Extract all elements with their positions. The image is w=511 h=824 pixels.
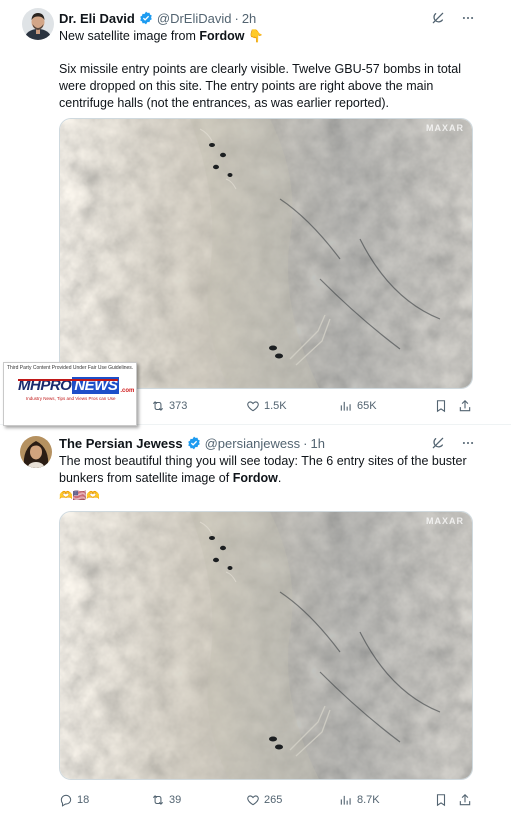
bookmark-button[interactable] xyxy=(434,793,448,807)
views-button[interactable]: 65K xyxy=(339,399,377,413)
views-icon xyxy=(340,795,351,805)
share-icon xyxy=(459,793,471,806)
retweet-count: 373 xyxy=(169,400,188,412)
action-bar: 18 39 265 8.7K xyxy=(59,790,473,810)
emoji-line: 🫶🇺🇸🫶 xyxy=(59,490,101,502)
author-name[interactable]: The Persian Jewess xyxy=(59,436,183,451)
retweet-icon xyxy=(152,401,164,411)
timestamp[interactable]: 1h xyxy=(311,436,325,451)
share-button[interactable] xyxy=(458,793,472,807)
retweet-button[interactable]: 39 xyxy=(151,793,181,807)
author-handle[interactable]: @DrEliDavid xyxy=(157,11,232,26)
tweet-text-paragraph: Six missile entry points are clearly vis… xyxy=(59,62,462,110)
views-button[interactable]: 8.7K xyxy=(339,793,380,807)
like-count: 1.5K xyxy=(264,400,287,412)
author-handle[interactable]: @persianjewess xyxy=(205,436,301,451)
like-count: 265 xyxy=(264,794,283,806)
views-icon xyxy=(340,401,351,411)
share-icon xyxy=(459,399,471,412)
like-button[interactable]: 1.5K xyxy=(246,399,287,413)
satellite-image-graphic xyxy=(60,119,472,388)
share-button[interactable] xyxy=(458,399,472,413)
tweet-header: The Persian Jewess @persianjewess · 1h xyxy=(59,433,325,453)
tweet-header: Dr. Eli David @DrEliDavid · 2h xyxy=(59,8,256,28)
separator-dot: · xyxy=(234,10,239,26)
pointing-down-emoji: 👇 xyxy=(247,29,264,43)
retweet-count: 39 xyxy=(169,794,182,806)
satellite-image-graphic xyxy=(60,512,472,779)
verified-badge-icon xyxy=(139,11,153,25)
verified-badge-icon xyxy=(187,436,201,450)
satellite-image[interactable]: MAXAR xyxy=(59,511,473,780)
views-count: 8.7K xyxy=(357,794,380,806)
retweet-button[interactable]: 373 xyxy=(151,399,187,413)
like-icon xyxy=(247,401,259,412)
tweet-text: New satellite image from Fordow 👇 Six mi… xyxy=(59,28,469,112)
reply-icon xyxy=(60,794,72,807)
author-name[interactable]: Dr. Eli David xyxy=(59,11,135,26)
like-button[interactable]: 265 xyxy=(246,793,282,807)
reply-count: 18 xyxy=(77,794,90,806)
watermark-logo-com: .com xyxy=(120,388,135,394)
image-watermark: MAXAR xyxy=(426,123,464,133)
tweet-text-bold: Fordow xyxy=(232,471,278,485)
timestamp[interactable]: 2h xyxy=(242,11,256,26)
satellite-image[interactable]: MAXAR xyxy=(59,118,473,389)
watermark-divider xyxy=(18,379,118,381)
tweet-text-bold: Fordow xyxy=(199,29,245,43)
tweet-text: The most beautiful thing you will see to… xyxy=(59,453,469,505)
tweet-text-suffix: . xyxy=(277,471,282,485)
views-count: 65K xyxy=(357,400,377,412)
avatar[interactable] xyxy=(22,8,54,40)
bookmark-icon xyxy=(436,400,446,413)
watermark-subtitle: Industry News, Tips and Views Pros can U… xyxy=(26,396,116,401)
watermark-disclaimer: Third Party Content Provided Under Fair … xyxy=(7,365,134,371)
bookmark-button[interactable] xyxy=(434,399,448,413)
tweet-2[interactable]: The Persian Jewess @persianjewess · 1h T… xyxy=(0,425,511,824)
bookmark-icon xyxy=(436,794,446,807)
image-watermark: MAXAR xyxy=(426,516,464,526)
reply-button[interactable]: 18 xyxy=(59,793,89,807)
like-icon xyxy=(247,795,259,806)
tweet-text-line1: New satellite image from xyxy=(59,29,200,43)
retweet-icon xyxy=(152,795,164,805)
separator-dot: · xyxy=(303,435,308,451)
mhpronews-watermark: Third Party Content Provided Under Fair … xyxy=(3,362,137,426)
avatar[interactable] xyxy=(20,436,52,468)
